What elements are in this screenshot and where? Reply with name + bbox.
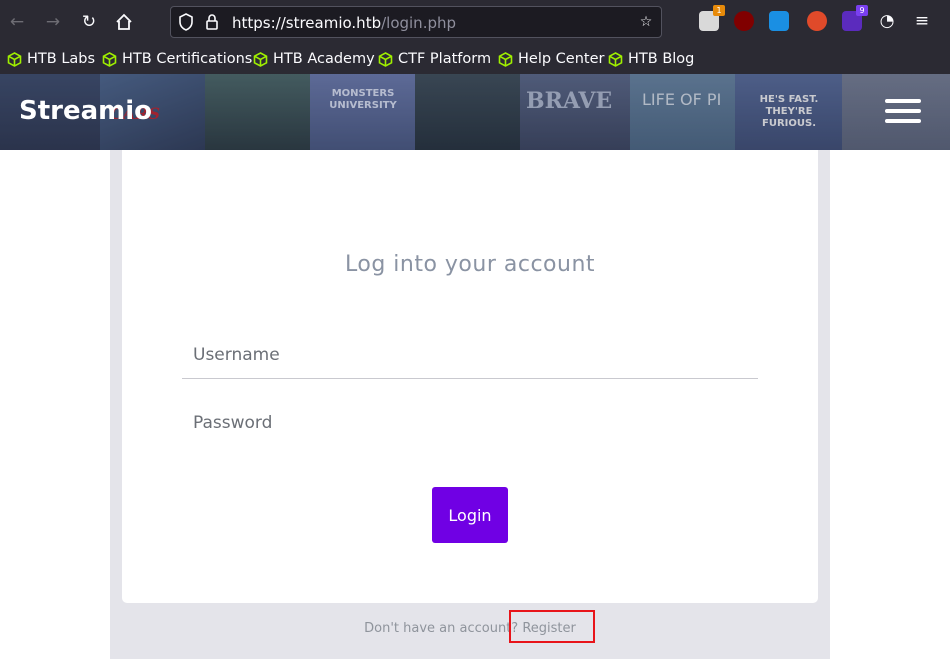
password-input[interactable]	[182, 399, 758, 447]
bookmark-htb-academy[interactable]: HTB Academy	[253, 49, 375, 69]
login-title: Log into your account	[344, 252, 596, 277]
register-prompt-text: Don't have an account?	[364, 621, 519, 636]
cube-icon	[102, 51, 117, 67]
bookmark-label: Help Center	[518, 51, 605, 67]
cube-icon	[253, 51, 268, 67]
star-icon[interactable]: ☆	[637, 13, 655, 31]
bookmark-htb-blog[interactable]: HTB Blog	[608, 49, 694, 69]
username-input[interactable]	[182, 331, 758, 379]
extension-badge-purple: 9	[856, 5, 868, 16]
url-bar[interactable]: https://streamio.htb/login.php ☆	[170, 6, 662, 38]
bookmark-ctf-platform[interactable]: CTF Platform	[378, 49, 491, 69]
ublock-icon[interactable]	[734, 11, 754, 31]
hamburger-menu-icon[interactable]	[885, 99, 921, 127]
home-icon[interactable]	[112, 10, 136, 34]
register-prompt: Don't have an account? Register	[0, 621, 940, 636]
cube-icon	[608, 51, 623, 67]
bookmark-htb-certifications[interactable]: HTB Certifications	[102, 49, 252, 69]
bookmark-help-center[interactable]: Help Center	[498, 49, 604, 69]
url-host: https://streamio.htb	[232, 14, 382, 32]
bookmark-label: HTB Blog	[628, 51, 695, 67]
url-text[interactable]: https://streamio.htb/login.php	[232, 14, 456, 32]
shield-icon[interactable]	[177, 13, 195, 31]
bookmark-label: HTB Labs	[27, 51, 96, 67]
bookmark-label: CTF Platform	[398, 51, 492, 67]
bookmark-label: HTB Certifications	[122, 51, 253, 67]
cube-icon	[378, 51, 393, 67]
reload-icon[interactable]: ↻	[77, 10, 101, 34]
extension-badge: 1	[713, 5, 725, 16]
annotation-highlight-box	[509, 610, 595, 643]
login-button[interactable]: Login	[432, 487, 508, 543]
extension-s-icon[interactable]	[769, 11, 789, 31]
url-path: /login.php	[381, 14, 457, 32]
browser-toolbar: ← → ↻ https://streamio.htb/login.php ☆ 1…	[0, 0, 950, 43]
site-header: CARS MONSTERS UNIVERSITY BRAVE LIFE OF P…	[0, 74, 950, 150]
forward-arrow-icon[interactable]: →	[41, 10, 65, 34]
lock-icon[interactable]	[203, 13, 221, 31]
site-brand[interactable]: Streamio	[19, 96, 152, 126]
bookmark-label: HTB Academy	[273, 51, 375, 67]
extension-red-icon[interactable]	[807, 11, 827, 31]
menu-icon[interactable]: ≡	[912, 11, 932, 31]
bookmark-htb-labs[interactable]: HTB Labs	[7, 49, 95, 69]
back-arrow-icon[interactable]: ←	[5, 10, 29, 34]
bookmarks-bar: HTB Labs HTB Certifications HTB Academy …	[0, 43, 950, 74]
cookie-icon[interactable]: ◔	[877, 11, 897, 31]
extension-purple-icon[interactable]: 9	[842, 5, 868, 31]
extension-icon-a[interactable]: 1	[699, 5, 725, 31]
cube-icon	[498, 51, 513, 67]
cube-icon	[7, 51, 22, 67]
